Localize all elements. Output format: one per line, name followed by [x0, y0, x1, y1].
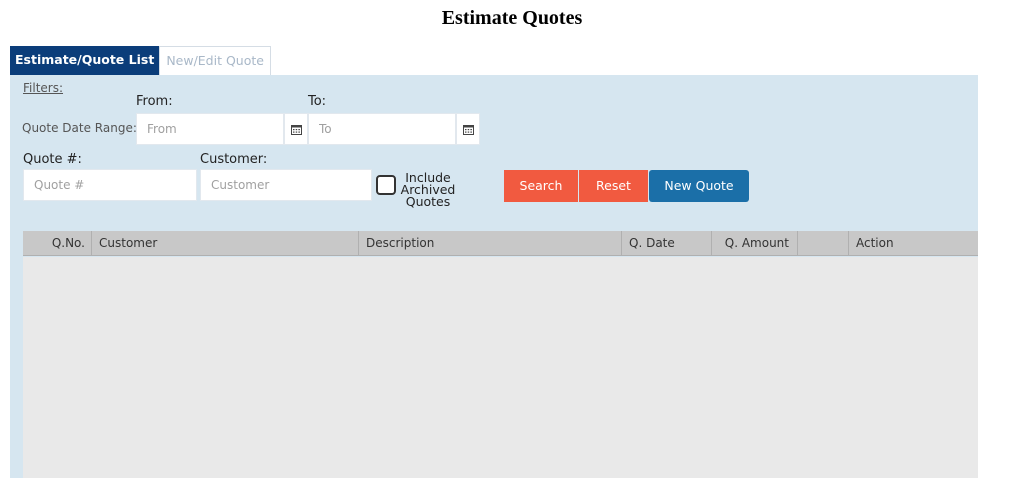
column-header-qamount[interactable]: Q. Amount [712, 231, 798, 256]
new-quote-button[interactable]: New Quote [649, 170, 749, 202]
include-archived-label: Include Archived Quotes [400, 170, 456, 209]
from-label: From: [136, 94, 173, 109]
customer-input[interactable] [200, 169, 372, 201]
calendar-icon [462, 124, 474, 135]
search-button[interactable]: Search [504, 170, 578, 202]
table-header: Q.No. Customer Description Q. Date Q. Am… [23, 231, 978, 256]
quote-date-range-label: Quote Date Range: [22, 121, 137, 135]
tab-bar: Estimate/Quote List New/Edit Quote [10, 46, 271, 75]
from-calendar-button[interactable] [284, 113, 308, 145]
reset-button[interactable]: Reset [579, 170, 648, 202]
page-title: Estimate Quotes [441, 7, 583, 29]
table-body [23, 257, 978, 478]
from-date-input[interactable] [136, 113, 284, 145]
column-header-blank [798, 231, 849, 256]
tab-new-edit-quote[interactable]: New/Edit Quote [159, 46, 271, 75]
calendar-icon [290, 124, 302, 135]
column-header-customer[interactable]: Customer [92, 231, 359, 256]
filters-label: Filters: [23, 81, 64, 95]
tab-estimate-quote-list[interactable]: Estimate/Quote List [10, 46, 160, 75]
filter-panel: Filters: From: To: Quote Date Range: Quo… [10, 75, 978, 478]
column-header-description[interactable]: Description [359, 231, 622, 256]
quote-no-input[interactable] [23, 169, 197, 201]
include-archived-checkbox[interactable] [376, 175, 396, 195]
to-date-input[interactable] [308, 113, 456, 145]
to-label: To: [308, 94, 327, 109]
customer-label: Customer: [200, 152, 268, 167]
quote-no-label: Quote #: [23, 152, 82, 167]
column-header-action: Action [856, 236, 894, 250]
column-header-qdate[interactable]: Q. Date [622, 231, 712, 256]
column-header-qno[interactable]: Q.No. [23, 231, 92, 256]
to-calendar-button[interactable] [456, 113, 480, 145]
